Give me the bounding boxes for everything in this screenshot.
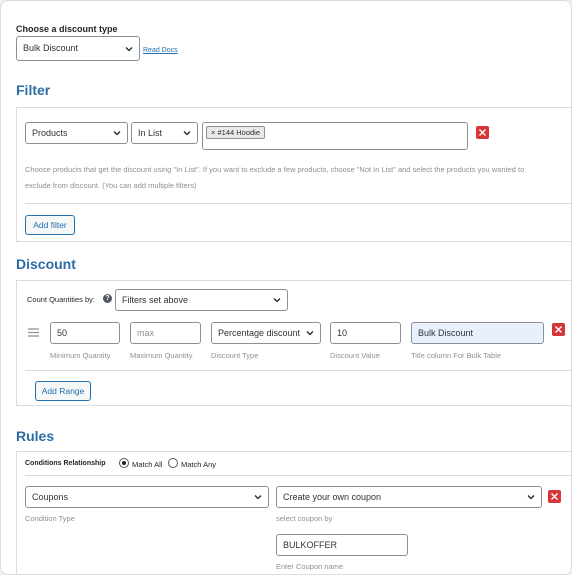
condition-type-select[interactable]: Coupons (25, 486, 269, 508)
filter-field-select[interactable]: Products (25, 122, 128, 144)
discount-value-label: Discount Value (330, 351, 380, 360)
chevron-down-icon (183, 131, 191, 136)
help-icon[interactable]: ? (103, 294, 112, 303)
discount-value-input[interactable]: 10 (330, 322, 401, 344)
filter-description-line1: Choose products that get the discount us… (25, 165, 525, 174)
max-quantity-label: Maximum Quantity (130, 351, 193, 360)
chevron-down-icon (125, 47, 133, 52)
chevron-down-icon (273, 298, 281, 303)
discount-type-range-select[interactable]: Percentage discount (211, 322, 321, 344)
chevron-down-icon (527, 495, 535, 500)
max-quantity-input[interactable]: max (130, 322, 201, 344)
chevron-down-icon (254, 495, 262, 500)
match-all-label: Match All (132, 460, 163, 469)
filter-field-value: Products (32, 128, 68, 138)
add-filter-button[interactable]: Add filter (25, 215, 75, 235)
coupon-mode-select[interactable]: Create your own coupon (276, 486, 542, 508)
chevron-down-icon (306, 331, 314, 336)
coupon-code-input[interactable]: BULKOFFER (276, 534, 408, 556)
filter-products-input[interactable]: × #144 Hoodie (202, 122, 468, 150)
bulk-title-input[interactable]: Bulk Discount (411, 322, 544, 344)
delete-condition-button[interactable] (548, 490, 561, 503)
count-quantities-select[interactable]: Filters set above (115, 289, 288, 311)
discount-type-range-label: Discount Type (211, 351, 259, 360)
product-token[interactable]: × #144 Hoodie (206, 126, 266, 139)
delete-range-button[interactable] (552, 323, 565, 336)
discount-type-label: Choose a discount type (16, 24, 118, 34)
condition-type-value: Coupons (32, 492, 69, 502)
conditions-relationship-label: Conditions Relationship (25, 460, 106, 467)
close-icon (555, 326, 562, 333)
discount-type-select[interactable]: Bulk Discount (16, 36, 140, 61)
coupon-mode-value: Create your own coupon (283, 492, 382, 502)
filter-panel: Products In List × #144 Hoodie Choose pr… (16, 107, 571, 242)
condition-type-label: Condition Type (25, 514, 75, 523)
min-quantity-label: Minimum Quantity (50, 351, 111, 360)
delete-filter-button[interactable] (476, 126, 489, 139)
discount-divider (25, 370, 571, 371)
discount-type-range-value: Percentage discount (218, 328, 301, 338)
filter-description-line2: exclude from discount. (You can add mult… (25, 181, 197, 190)
match-all-radio[interactable] (119, 458, 129, 468)
coupon-code-label: Enter Coupon name (276, 562, 344, 571)
discount-rule-editor: Choose a discount type Bulk Discount Rea… (0, 0, 572, 575)
filter-section-title: Filter (16, 82, 51, 98)
coupon-mode-label: select coupon by (276, 514, 333, 523)
count-quantities-label: Count Quantities by: (27, 295, 95, 304)
filter-divider (25, 203, 571, 204)
read-docs-link[interactable]: Read Docs (143, 47, 178, 54)
match-any-radio[interactable] (168, 458, 178, 468)
discount-panel: Count Quantities by: ? Filters set above… (16, 280, 571, 406)
rules-panel: Conditions Relationship Match All Match … (16, 451, 571, 574)
bulk-title-label: Title column For Bulk Table (411, 351, 502, 360)
drag-handle-icon[interactable] (28, 328, 39, 337)
discount-section-title: Discount (16, 256, 76, 272)
min-quantity-input[interactable]: 50 (50, 322, 120, 344)
match-any-label: Match Any (181, 460, 217, 469)
filter-operator-value: In List (138, 128, 163, 138)
chevron-down-icon (113, 131, 121, 136)
filter-operator-select[interactable]: In List (131, 122, 198, 144)
discount-type-value: Bulk Discount (23, 43, 79, 53)
close-icon (551, 493, 558, 500)
close-icon (479, 129, 486, 136)
rules-divider (25, 475, 571, 476)
add-range-button[interactable]: Add Range (35, 381, 91, 401)
token-label: #144 Hoodie (217, 128, 261, 137)
token-remove-icon[interactable]: × (211, 128, 215, 137)
count-quantities-value: Filters set above (122, 295, 189, 305)
rules-section-title: Rules (16, 428, 55, 444)
